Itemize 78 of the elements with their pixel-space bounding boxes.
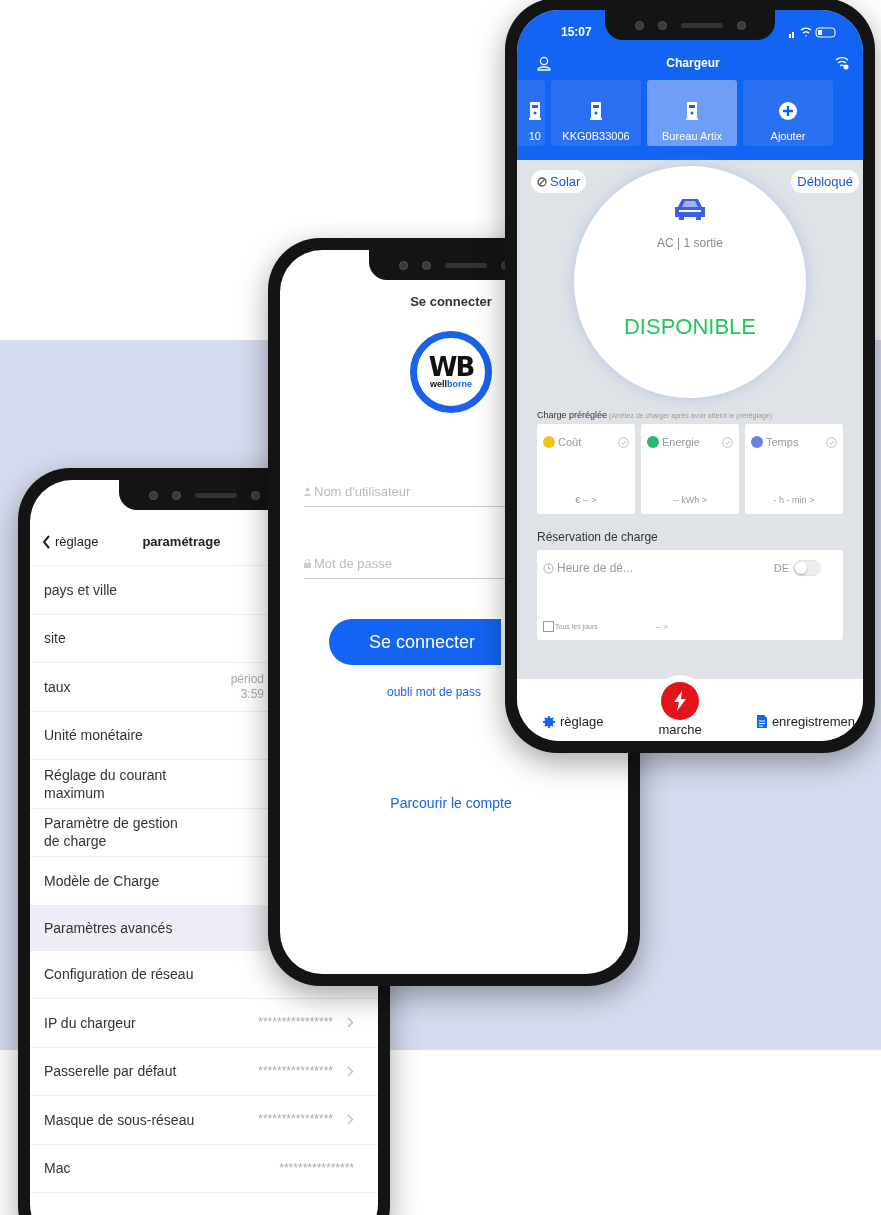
row-value: **************** <box>258 1063 333 1079</box>
preset-card[interactable]: Temps - h - min > <box>745 424 843 514</box>
row-label: Unité monétaire <box>44 726 143 745</box>
lightning-icon <box>672 691 689 711</box>
status-time: 15:07 <box>561 25 592 39</box>
check-circle-icon <box>826 436 837 448</box>
row-value: périod <box>230 671 264 687</box>
preset-value: € -- > <box>574 495 598 505</box>
charger-tab[interactable]: Ajouter <box>743 80 833 146</box>
input-field[interactable]: Mot de passe <box>314 556 494 571</box>
brand-logo: WB wellborne <box>410 331 492 413</box>
back-button[interactable]: règlage <box>42 534 99 549</box>
preset-label: Énergie <box>662 436 700 448</box>
preset-value: -- kWh > <box>671 495 709 505</box>
row-label: taux <box>44 677 71 696</box>
row-label: Modèle de Charge <box>44 871 160 890</box>
lock-status-badge[interactable]: Débloqué <box>791 170 859 193</box>
row-label: Mac <box>44 1159 71 1178</box>
row-value: **************** <box>258 1015 333 1031</box>
row-value: 3:59 <box>239 686 264 702</box>
charger-icon <box>686 102 698 120</box>
gear-icon <box>543 715 555 728</box>
prohibited-icon <box>537 176 547 187</box>
status-text: DISPONIBLE <box>623 314 756 340</box>
user-icon[interactable] <box>537 55 551 71</box>
document-icon <box>756 715 767 728</box>
wireless-settings-icon[interactable] <box>835 56 849 70</box>
browse-account-link[interactable]: Parcourir le compte <box>390 795 512 811</box>
toggle-label: DE <box>773 562 789 574</box>
chevron-icon <box>347 1065 354 1077</box>
row-value: **************** <box>279 1160 354 1176</box>
forgot-password-link[interactable]: oubli mot de pass <box>386 685 482 699</box>
clock-icon <box>543 562 554 574</box>
preset-value: - h - min > <box>772 495 816 505</box>
back-chevron-icon <box>42 534 51 549</box>
row-label: Paramètre de gestion de charge <box>44 814 179 851</box>
section-title: Réservation de charge <box>537 530 659 544</box>
row-label: IP du chargeur <box>44 1013 136 1032</box>
input-field[interactable]: Nom d'utilisateur <box>314 484 494 499</box>
mode-label: Solar <box>550 174 581 189</box>
nav-tab[interactable]: règlage <box>543 714 604 729</box>
chevron-icon <box>347 1114 354 1126</box>
repeat-value: -- > <box>655 622 669 631</box>
user-icon <box>304 487 311 496</box>
start-time-label: Heure de dé... <box>557 561 634 575</box>
car-icon <box>673 198 707 220</box>
chevron-icon <box>347 1017 354 1029</box>
preset-label: Coût <box>558 436 582 448</box>
mode-badge[interactable]: Solar <box>531 170 587 193</box>
row-label: Masque de sous-réseau <box>44 1110 195 1129</box>
section-title: Charge préréglée <box>537 410 608 420</box>
checkbox[interactable] <box>543 621 554 632</box>
charger-icon <box>529 102 541 120</box>
row-label: Réglage du courant maximum <box>44 765 168 802</box>
screen-title: paramétrage <box>142 534 221 549</box>
row-label: Passerelle par défaut <box>44 1062 177 1081</box>
row-label: Paramètres avancés <box>44 918 173 937</box>
row-label: Configuration de réseau <box>44 965 194 984</box>
preset-card[interactable]: Coût € -- > <box>537 424 635 514</box>
row-label: site <box>44 629 66 648</box>
plus-icon <box>779 102 797 120</box>
charger-icon <box>590 102 602 120</box>
nav-tab[interactable]: enregistremen <box>756 714 855 729</box>
connector-label: AC | 1 sortie <box>657 236 723 250</box>
charger-tab[interactable]: 10 <box>517 80 545 146</box>
check-circle-icon <box>618 436 629 448</box>
preset-card[interactable]: Énergie -- kWh > <box>641 424 739 514</box>
check-circle-icon <box>722 436 733 448</box>
screen-title: Se connecter <box>409 294 493 309</box>
preset-label: Temps <box>766 436 799 448</box>
screen-title: Chargeur <box>666 56 720 70</box>
login-button[interactable]: Se connecter <box>329 619 501 665</box>
row-label: pays et ville <box>44 580 118 599</box>
status-icons <box>789 26 837 38</box>
lock-icon <box>304 559 311 568</box>
charger-tab[interactable]: KKG0B33006 <box>551 80 641 146</box>
toggle-switch[interactable] <box>793 560 821 576</box>
row-value: **************** <box>258 1112 333 1128</box>
